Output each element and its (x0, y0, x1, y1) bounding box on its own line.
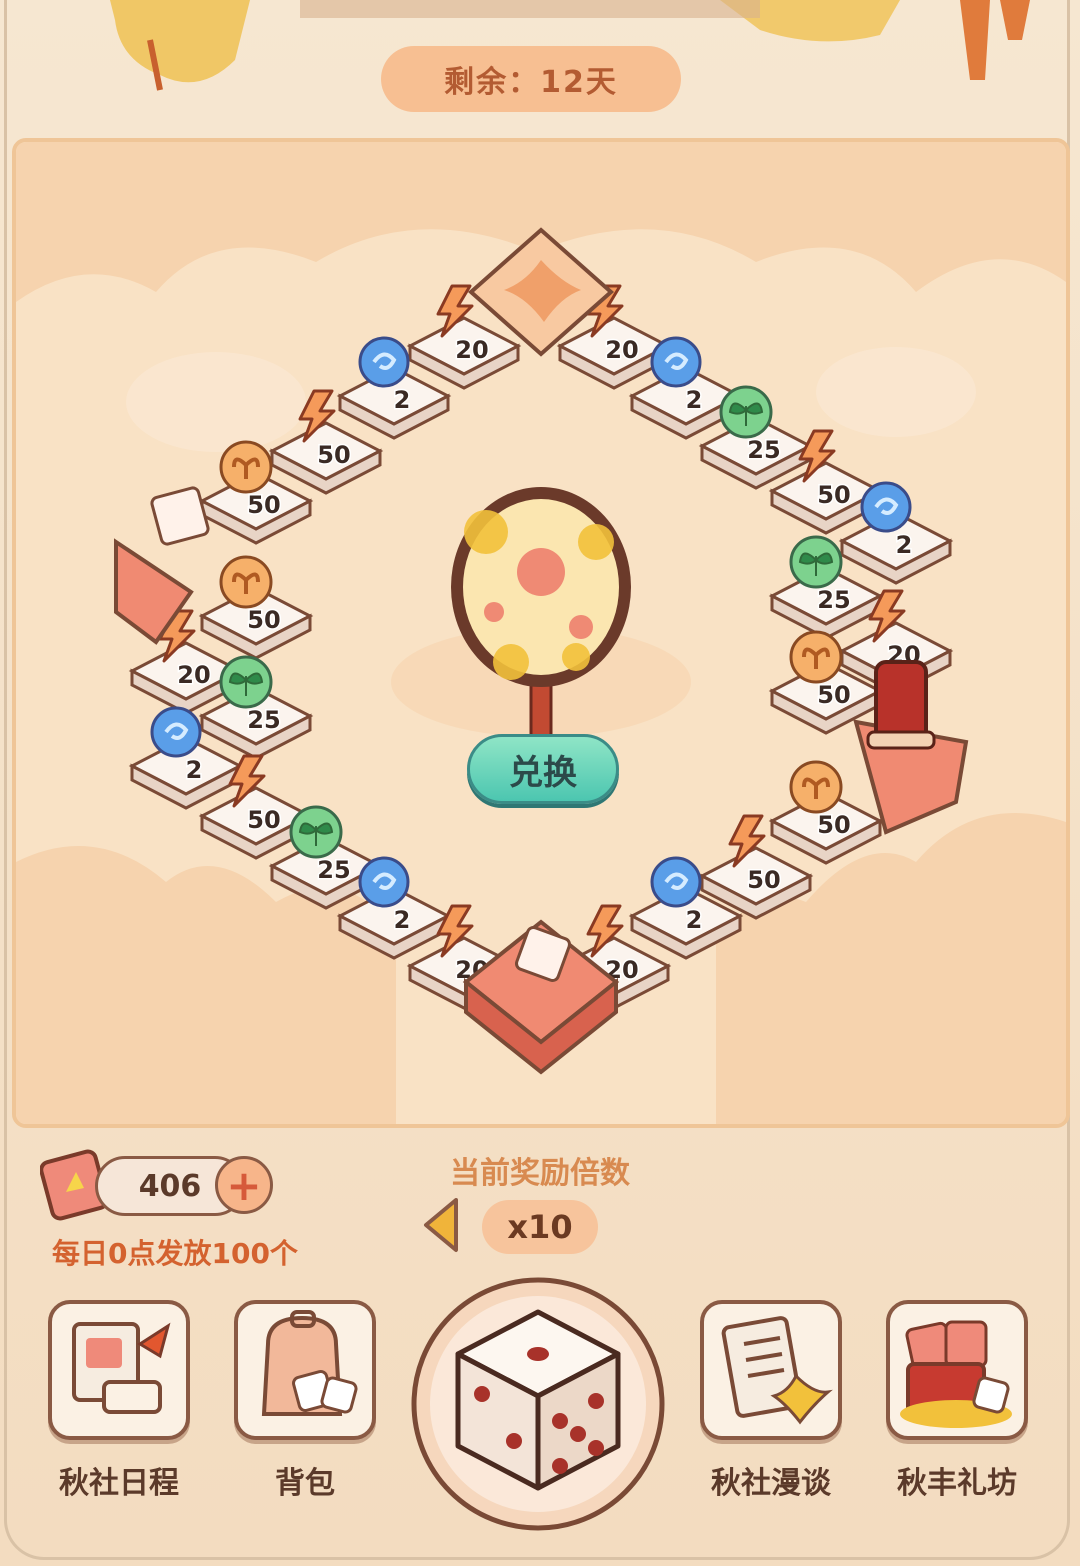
tile-value: 50 (247, 806, 280, 834)
gift-pile-icon (900, 1320, 1012, 1428)
multiplier-left-arrow-icon[interactable] (420, 1196, 462, 1254)
backpack-label: 背包 (275, 1466, 335, 1501)
board-panel: 20 20 2 2 50 25 50 50 2 50 25 20 20 50 25 2 50 50 50 25 2 2 20… (12, 138, 1070, 1128)
multiplier-value: x10 (482, 1200, 598, 1254)
gift-shop-button[interactable] (886, 1300, 1028, 1440)
left-red-corner-tile (114, 486, 210, 645)
exchange-button[interactable]: 兑换 (467, 734, 619, 804)
roll-dice-button[interactable] (410, 1276, 666, 1532)
orange-seed-coin-icon (789, 630, 843, 684)
tile-value: 20 (605, 336, 638, 364)
tile-value: 25 (747, 436, 780, 464)
tile-value: 2 (896, 531, 913, 559)
tile-value: 50 (817, 681, 850, 709)
green-leaf-orb-icon (719, 385, 773, 439)
green-leaf-orb-icon (789, 535, 843, 589)
green-leaf-orb-icon (219, 655, 273, 709)
tile-value: 20 (177, 661, 210, 689)
talk-button[interactable] (700, 1300, 842, 1440)
gift-shop-label: 秋丰礼坊 (897, 1466, 1017, 1501)
talk-label: 秋社漫谈 (711, 1466, 831, 1501)
green-leaf-orb-icon (289, 805, 343, 859)
blue-swirl-orb-icon (860, 481, 912, 533)
tile-value: 25 (247, 706, 280, 734)
tile-value: 50 (247, 491, 280, 519)
orange-seed-coin-icon (789, 760, 843, 814)
multiplier-title: 当前奖励倍数 (450, 1156, 630, 1191)
board-tile: 50 (198, 555, 314, 660)
board-graphic: 20 202 250 2550 5025025202050252505050252 220… (16, 142, 1066, 1124)
backpack-button[interactable] (234, 1300, 376, 1440)
tile-value: 2 (686, 386, 703, 414)
schedule-scroll-icon (72, 1322, 171, 1414)
tile-value: 25 (317, 856, 350, 884)
tile-value: 2 (394, 386, 411, 414)
blue-swirl-orb-icon (150, 706, 202, 758)
tile-value: 20 (455, 336, 488, 364)
schedule-button[interactable] (48, 1300, 190, 1440)
tile-value: 50 (747, 866, 780, 894)
orange-seed-coin-icon (219, 555, 273, 609)
tile-value: 50 (817, 481, 850, 509)
document-ginkgo-icon (721, 1316, 833, 1425)
tile-value: 2 (394, 906, 411, 934)
daily-ticket-note: 每日0点发放100个 (52, 1237, 298, 1270)
tile-value: 50 (317, 441, 350, 469)
tile-value: 50 (247, 606, 280, 634)
tile-value: 50 (817, 811, 850, 839)
add-tickets-button[interactable]: + (215, 1156, 273, 1214)
blue-swirl-orb-icon (650, 336, 702, 388)
blue-swirl-orb-icon (358, 856, 410, 908)
backpack-icon (261, 1310, 358, 1416)
orange-seed-coin-icon (219, 440, 273, 494)
board-tile: 50 (768, 760, 884, 865)
tile-value: 25 (817, 586, 850, 614)
blue-swirl-orb-icon (650, 856, 702, 908)
bottom-start-corner-tile (462, 919, 620, 1075)
blue-swirl-orb-icon (358, 336, 410, 388)
tile-value: 2 (686, 906, 703, 934)
remaining-days-badge: 剩余：12天 (381, 46, 681, 112)
tile-value: 2 (186, 756, 203, 784)
schedule-label: 秋社日程 (59, 1466, 179, 1501)
